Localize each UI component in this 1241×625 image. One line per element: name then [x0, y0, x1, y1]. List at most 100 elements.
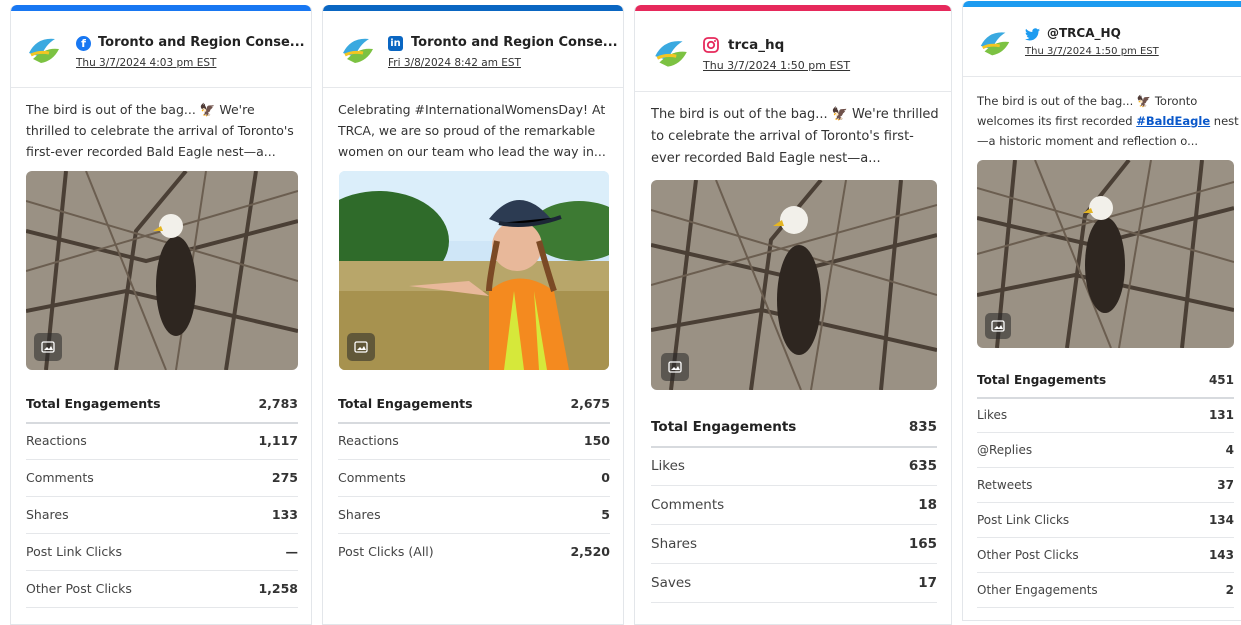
metric-value: 2 — [1225, 582, 1234, 597]
metric-value: 133 — [271, 507, 298, 522]
metric-row: Post Link Clicks — — [26, 533, 298, 571]
metric-value: 143 — [1208, 547, 1234, 562]
metric-label: Likes — [651, 457, 685, 474]
post-date-link[interactable]: Thu 3/7/2024 1:50 pm EST — [703, 59, 850, 72]
metric-label: Shares — [26, 507, 69, 522]
metric-value: 1,117 — [258, 433, 298, 448]
metric-label: Other Engagements — [977, 582, 1098, 597]
metric-value: 835 — [908, 418, 937, 435]
author-name[interactable]: Toronto and Region Conse... — [98, 35, 308, 50]
metric-row: Likes 131 — [977, 397, 1234, 433]
post-text: The bird is out of the bag... 🦅 Toronto … — [977, 91, 1239, 151]
metric-row: Comments 275 — [26, 459, 298, 497]
post-header: in Toronto and Region Conse... Fri 3/8/2… — [323, 11, 623, 88]
metric-row: Comments 18 — [651, 485, 937, 525]
metric-label: Retweets — [977, 477, 1033, 492]
image-type-icon — [661, 353, 689, 381]
trca-logo-avatar — [339, 31, 377, 69]
metric-row: Total Engagements 2,783 — [26, 385, 298, 424]
metric-row: Other Post Clicks 1,258 — [26, 570, 298, 608]
metric-row: Post Clicks (All) 2,520 — [338, 533, 610, 570]
trca-logo-avatar — [977, 25, 1013, 61]
metric-row: @Replies 4 — [977, 432, 1234, 468]
metric-label: Saves — [651, 574, 692, 591]
metric-label: Total Engagements — [338, 396, 473, 411]
metric-label: Comments — [26, 470, 94, 485]
metric-label: Total Engagements — [26, 396, 161, 411]
metric-row: Shares 5 — [338, 496, 610, 534]
field-worker-photo[interactable] — [339, 171, 609, 370]
metric-label: Post Link Clicks — [26, 544, 122, 559]
post-date-link[interactable]: Fri 3/8/2024 8:42 am EST — [388, 57, 521, 69]
twitter-icon — [1025, 28, 1040, 41]
metric-label: Shares — [651, 535, 697, 552]
author-name[interactable]: Toronto and Region Conse... — [411, 35, 621, 50]
metric-row: Shares 165 — [651, 524, 937, 564]
metric-label: Likes — [977, 407, 1008, 422]
metric-label: Comments — [338, 470, 406, 485]
post-card-twitter[interactable]: @TRCA_HQ Thu 3/7/2024 1:50 pm EST The bi… — [962, 1, 1241, 621]
metric-row: Total Engagements 2,675 — [338, 385, 610, 424]
metric-row: Post Link Clicks 134 — [977, 502, 1234, 538]
post-header: trca_hq Thu 3/7/2024 1:50 pm EST — [635, 11, 951, 92]
post-date-link[interactable]: Thu 3/7/2024 1:50 pm EST — [1025, 46, 1159, 57]
author-name[interactable]: @TRCA_HQ — [1047, 26, 1237, 40]
metric-row: Total Engagements 835 — [651, 407, 937, 448]
metric-value: 2,675 — [570, 396, 610, 411]
bald-eagle-photo[interactable] — [977, 160, 1234, 348]
metric-value: 1,258 — [258, 581, 298, 596]
hashtag-link[interactable]: #BaldEagle — [1136, 114, 1210, 128]
metric-row: Total Engagements 451 — [977, 363, 1234, 399]
metric-label: @Replies — [977, 442, 1033, 457]
metric-value: 2,783 — [258, 396, 298, 411]
metric-row: Shares 133 — [26, 496, 298, 534]
trca-logo-avatar — [651, 33, 691, 73]
metric-value: 451 — [1208, 373, 1234, 387]
metric-label: Reactions — [26, 433, 87, 448]
metric-label: Post Link Clicks — [977, 512, 1070, 527]
metric-value: 635 — [908, 457, 937, 474]
metric-row: Reactions 1,117 — [26, 422, 298, 460]
post-text: The bird is out of the bag... 🦅 We're th… — [651, 107, 939, 166]
post-header: f Toronto and Region Conse... Thu 3/7/20… — [11, 11, 311, 88]
metric-label: Comments — [651, 496, 725, 513]
author-name[interactable]: trca_hq — [728, 37, 928, 53]
metric-value: 165 — [908, 535, 937, 552]
metric-row: Comments 0 — [338, 459, 610, 497]
metric-value: 134 — [1208, 512, 1234, 527]
post-text: Celebrating #InternationalWomensDay! At … — [338, 102, 606, 159]
image-type-icon — [34, 333, 62, 361]
linkedin-icon: in — [388, 36, 403, 51]
post-text: The bird is out of the bag... 🦅 We're th… — [26, 102, 294, 159]
metric-value: 5 — [601, 507, 610, 522]
post-card-instagram[interactable]: trca_hq Thu 3/7/2024 1:50 pm EST The bir… — [634, 5, 952, 625]
image-type-icon — [985, 313, 1011, 339]
bald-eagle-photo[interactable] — [26, 171, 298, 370]
facebook-icon: f — [76, 36, 91, 51]
bald-eagle-photo[interactable] — [651, 180, 937, 390]
metric-value: 131 — [1208, 407, 1234, 422]
metric-label: Shares — [338, 507, 381, 522]
post-card-facebook[interactable]: f Toronto and Region Conse... Thu 3/7/20… — [10, 5, 312, 625]
metric-label: Post Clicks (All) — [338, 544, 434, 559]
metric-label: Other Post Clicks — [26, 581, 132, 596]
metric-value: 0 — [601, 470, 610, 485]
image-type-icon — [347, 333, 375, 361]
metric-row: Retweets 37 — [977, 467, 1234, 503]
metric-label: Reactions — [338, 433, 399, 448]
post-date-link[interactable]: Thu 3/7/2024 4:03 pm EST — [76, 57, 216, 69]
metric-value: 17 — [918, 574, 937, 591]
trca-logo-avatar — [25, 31, 63, 69]
instagram-icon — [703, 37, 719, 53]
metric-value: 4 — [1225, 442, 1234, 457]
metric-value: 275 — [271, 470, 298, 485]
metric-row: Likes 635 — [651, 446, 937, 486]
metric-label: Other Post Clicks — [977, 547, 1079, 562]
metric-value: 150 — [583, 433, 610, 448]
post-card-linkedin[interactable]: in Toronto and Region Conse... Fri 3/8/2… — [322, 5, 624, 625]
metric-value: — — [285, 544, 299, 559]
metric-value: 2,520 — [570, 544, 610, 559]
metric-label: Total Engagements — [977, 373, 1107, 387]
metric-value: 18 — [918, 496, 937, 513]
metric-row: Reactions 150 — [338, 422, 610, 460]
